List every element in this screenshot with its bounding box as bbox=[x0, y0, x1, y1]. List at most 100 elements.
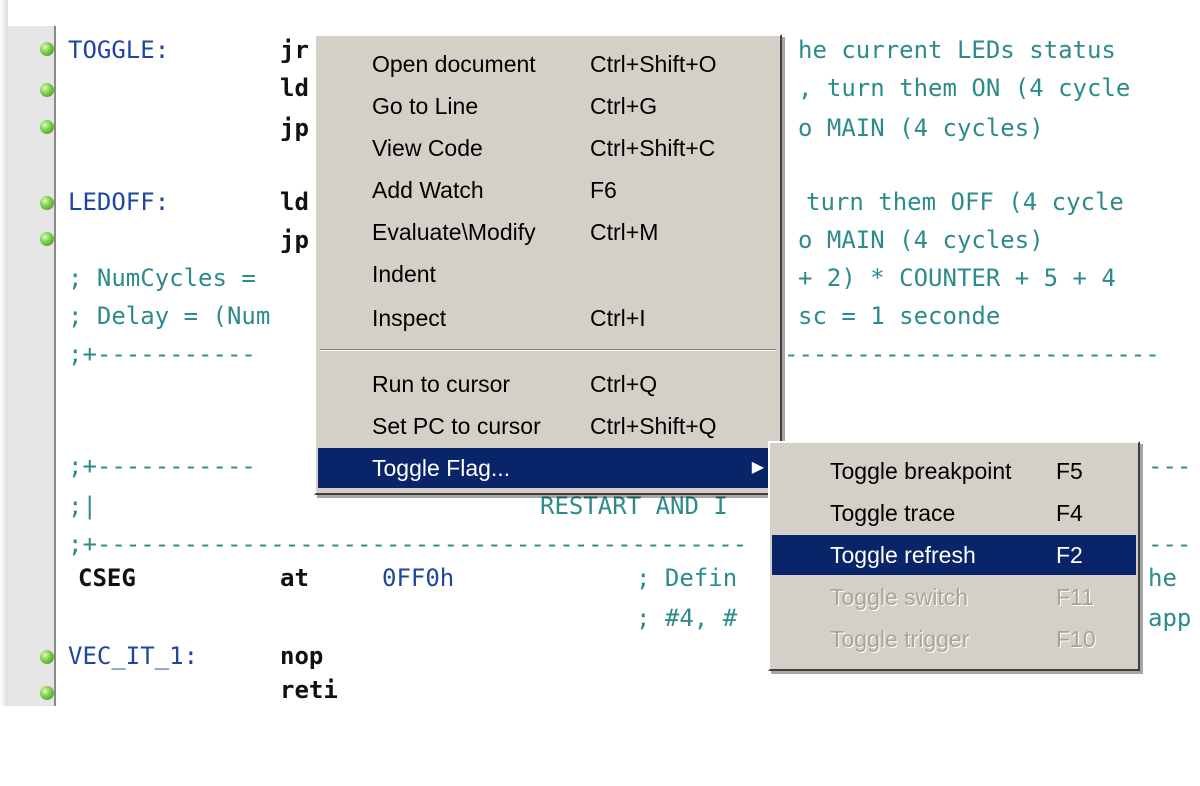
menu-item-label: Toggle refresh bbox=[830, 542, 976, 568]
code-line[interactable]: ;| RESTART AND I bbox=[68, 490, 728, 522]
code-line[interactable]: ;+--------------------------------------… bbox=[68, 528, 1191, 560]
code-comment: ; Delay = (Num bbox=[68, 302, 271, 330]
menu-item-shortcut: Ctrl+Q bbox=[590, 371, 658, 397]
line-marker-icon[interactable] bbox=[40, 232, 54, 246]
submenu-arrow-icon: ▶ bbox=[751, 459, 764, 476]
menu-item-label: Run to cursor bbox=[372, 371, 511, 397]
code-line[interactable]: ; NumCycles = + 2) * COUNTER + 5 + 4 bbox=[68, 262, 1116, 294]
menu-item-label: Set PC to cursor bbox=[372, 413, 541, 439]
menu-item-label: Open document bbox=[372, 51, 536, 77]
line-marker-icon[interactable] bbox=[40, 686, 54, 700]
submenu-item-toggle-trigger: Toggle trigger F10 bbox=[772, 619, 1136, 659]
submenu-item-toggle-breakpoint[interactable]: Toggle breakpoint F5 bbox=[772, 451, 1136, 491]
code-line[interactable]: ;+----------- -------------------------- bbox=[68, 338, 1160, 370]
code-operand: 0FF0h bbox=[382, 564, 455, 592]
code-instruction: reti bbox=[280, 676, 338, 704]
submenu-item-toggle-switch: Toggle switch F11 bbox=[772, 577, 1136, 617]
code-line[interactable]: VEC_IT_1: nop bbox=[68, 640, 323, 672]
code-label: TOGGLE: bbox=[68, 36, 170, 64]
menu-item-label: Toggle trigger bbox=[830, 626, 970, 652]
line-marker-icon[interactable] bbox=[40, 650, 54, 664]
code-comment: app bbox=[1148, 604, 1192, 632]
code-line[interactable]: jp o MAIN (4 cycles) bbox=[68, 224, 1044, 256]
code-instruction: ld bbox=[280, 188, 309, 216]
code-instruction: nop bbox=[280, 642, 324, 670]
menu-item-shortcut: F10 bbox=[1056, 626, 1096, 652]
code-line[interactable]: LEDOFF: ld turn them OFF (4 cycle bbox=[68, 186, 1124, 218]
code-comment: o MAIN (4 cycles) bbox=[798, 226, 1044, 254]
code-comment: he current LEDs status bbox=[798, 36, 1116, 64]
code-comment: ;| bbox=[68, 492, 97, 520]
code-line[interactable]: ; Delay = (Num sc = 1 seconde bbox=[68, 300, 1000, 332]
code-line[interactable]: ld , turn them ON (4 cycle bbox=[68, 72, 1130, 104]
menu-item-label: Toggle breakpoint bbox=[830, 458, 1012, 484]
code-line[interactable]: TOGGLE: jr he current LEDs status bbox=[68, 34, 1116, 66]
editor-left-edge bbox=[0, 0, 8, 706]
menu-item-shortcut: Ctrl+Shift+Q bbox=[590, 413, 717, 439]
menu-separator bbox=[320, 349, 776, 351]
code-comment: o MAIN (4 cycles) bbox=[798, 114, 1044, 142]
code-comment: ;+----------- bbox=[68, 340, 256, 368]
code-instruction: jp bbox=[280, 114, 309, 142]
menu-item-shortcut: Ctrl+I bbox=[590, 305, 646, 331]
menu-item-add-watch[interactable]: Add Watch F6 bbox=[318, 170, 778, 210]
line-marker-icon[interactable] bbox=[40, 83, 54, 97]
code-label: VEC_IT_1: bbox=[68, 642, 199, 670]
line-marker-icon[interactable] bbox=[40, 196, 54, 210]
menu-item-label: Toggle switch bbox=[830, 584, 969, 610]
code-instruction: jr bbox=[280, 36, 309, 64]
code-comment: --- bbox=[1148, 530, 1192, 558]
code-instruction: ld bbox=[280, 74, 309, 102]
menu-item-label: Evaluate\Modify bbox=[372, 219, 536, 245]
menu-item-label: View Code bbox=[372, 135, 483, 161]
code-line[interactable]: jp o MAIN (4 cycles) bbox=[68, 112, 1044, 144]
code-comment: sc = 1 seconde bbox=[798, 302, 1001, 330]
code-label: CSEG bbox=[78, 564, 136, 592]
code-comment: turn them OFF (4 cycle bbox=[806, 188, 1124, 216]
menu-item-label: Toggle Flag... bbox=[372, 455, 511, 481]
code-line[interactable]: CSEG at 0FF0h ; Defin he bbox=[68, 562, 1177, 594]
code-comment: ; NumCycles = bbox=[68, 264, 256, 292]
menu-item-inspect[interactable]: Inspect Ctrl+I bbox=[318, 298, 778, 338]
submenu-item-toggle-refresh[interactable]: Toggle refresh F2 bbox=[772, 535, 1136, 575]
menu-item-shortcut: Ctrl+M bbox=[590, 219, 659, 245]
menu-item-indent[interactable]: Indent bbox=[318, 254, 778, 294]
code-comment: he bbox=[1148, 564, 1177, 592]
menu-item-shortcut: Ctrl+G bbox=[590, 93, 658, 119]
menu-item-label: Inspect bbox=[372, 305, 447, 331]
menu-item-go-to-line[interactable]: Go to Line Ctrl+G bbox=[318, 86, 778, 126]
code-comment: ; #4, # bbox=[636, 604, 738, 632]
code-line[interactable]: reti bbox=[68, 674, 338, 706]
menu-item-shortcut: F11 bbox=[1056, 584, 1094, 610]
menu-item-shortcut: F6 bbox=[590, 177, 617, 203]
code-comment: --- bbox=[1148, 452, 1192, 480]
menu-item-label: Toggle trace bbox=[830, 500, 956, 526]
code-instruction: jp bbox=[280, 226, 309, 254]
submenu-item-toggle-trace[interactable]: Toggle trace F4 bbox=[772, 493, 1136, 533]
menu-item-set-pc-to-cursor[interactable]: Set PC to cursor Ctrl+Shift+Q bbox=[318, 406, 778, 446]
code-comment: + 2) * COUNTER + 5 + 4 bbox=[798, 264, 1116, 292]
menu-item-view-code[interactable]: View Code Ctrl+Shift+C bbox=[318, 128, 778, 168]
menu-item-open-document[interactable]: Open document Ctrl+Shift+O bbox=[318, 44, 778, 84]
line-marker-icon[interactable] bbox=[40, 42, 54, 56]
code-comment: , turn them ON (4 cycle bbox=[798, 74, 1131, 102]
code-comment: ;+----------- bbox=[68, 452, 256, 480]
code-label: LEDOFF: bbox=[68, 188, 170, 216]
menu-item-shortcut: F2 bbox=[1056, 542, 1083, 568]
menu-item-evaluate-modify[interactable]: Evaluate\Modify Ctrl+M bbox=[318, 212, 778, 252]
menu-item-label: Go to Line bbox=[372, 93, 479, 119]
toggle-flag-submenu: Toggle breakpoint F5 Toggle trace F4 Tog… bbox=[768, 441, 1140, 671]
code-line[interactable]: ;+----------- --- bbox=[68, 450, 1191, 482]
code-comment: ; Defin bbox=[636, 564, 738, 592]
code-instruction: at bbox=[280, 564, 309, 592]
line-marker-icon[interactable] bbox=[40, 120, 54, 134]
menu-item-run-to-cursor[interactable]: Run to cursor Ctrl+Q bbox=[318, 364, 778, 404]
menu-item-toggle-flag[interactable]: Toggle Flag... ▶ bbox=[318, 448, 778, 488]
menu-item-shortcut: Ctrl+Shift+O bbox=[590, 51, 717, 77]
menu-item-shortcut: F4 bbox=[1056, 500, 1083, 526]
code-comment: -------------------------- bbox=[784, 340, 1160, 368]
context-menu: Open document Ctrl+Shift+O Go to Line Ct… bbox=[314, 34, 782, 495]
code-line[interactable]: ; #4, # app bbox=[68, 602, 1191, 634]
code-comment: ;+--------------------------------------… bbox=[68, 530, 748, 558]
menu-item-shortcut: F5 bbox=[1056, 458, 1083, 484]
